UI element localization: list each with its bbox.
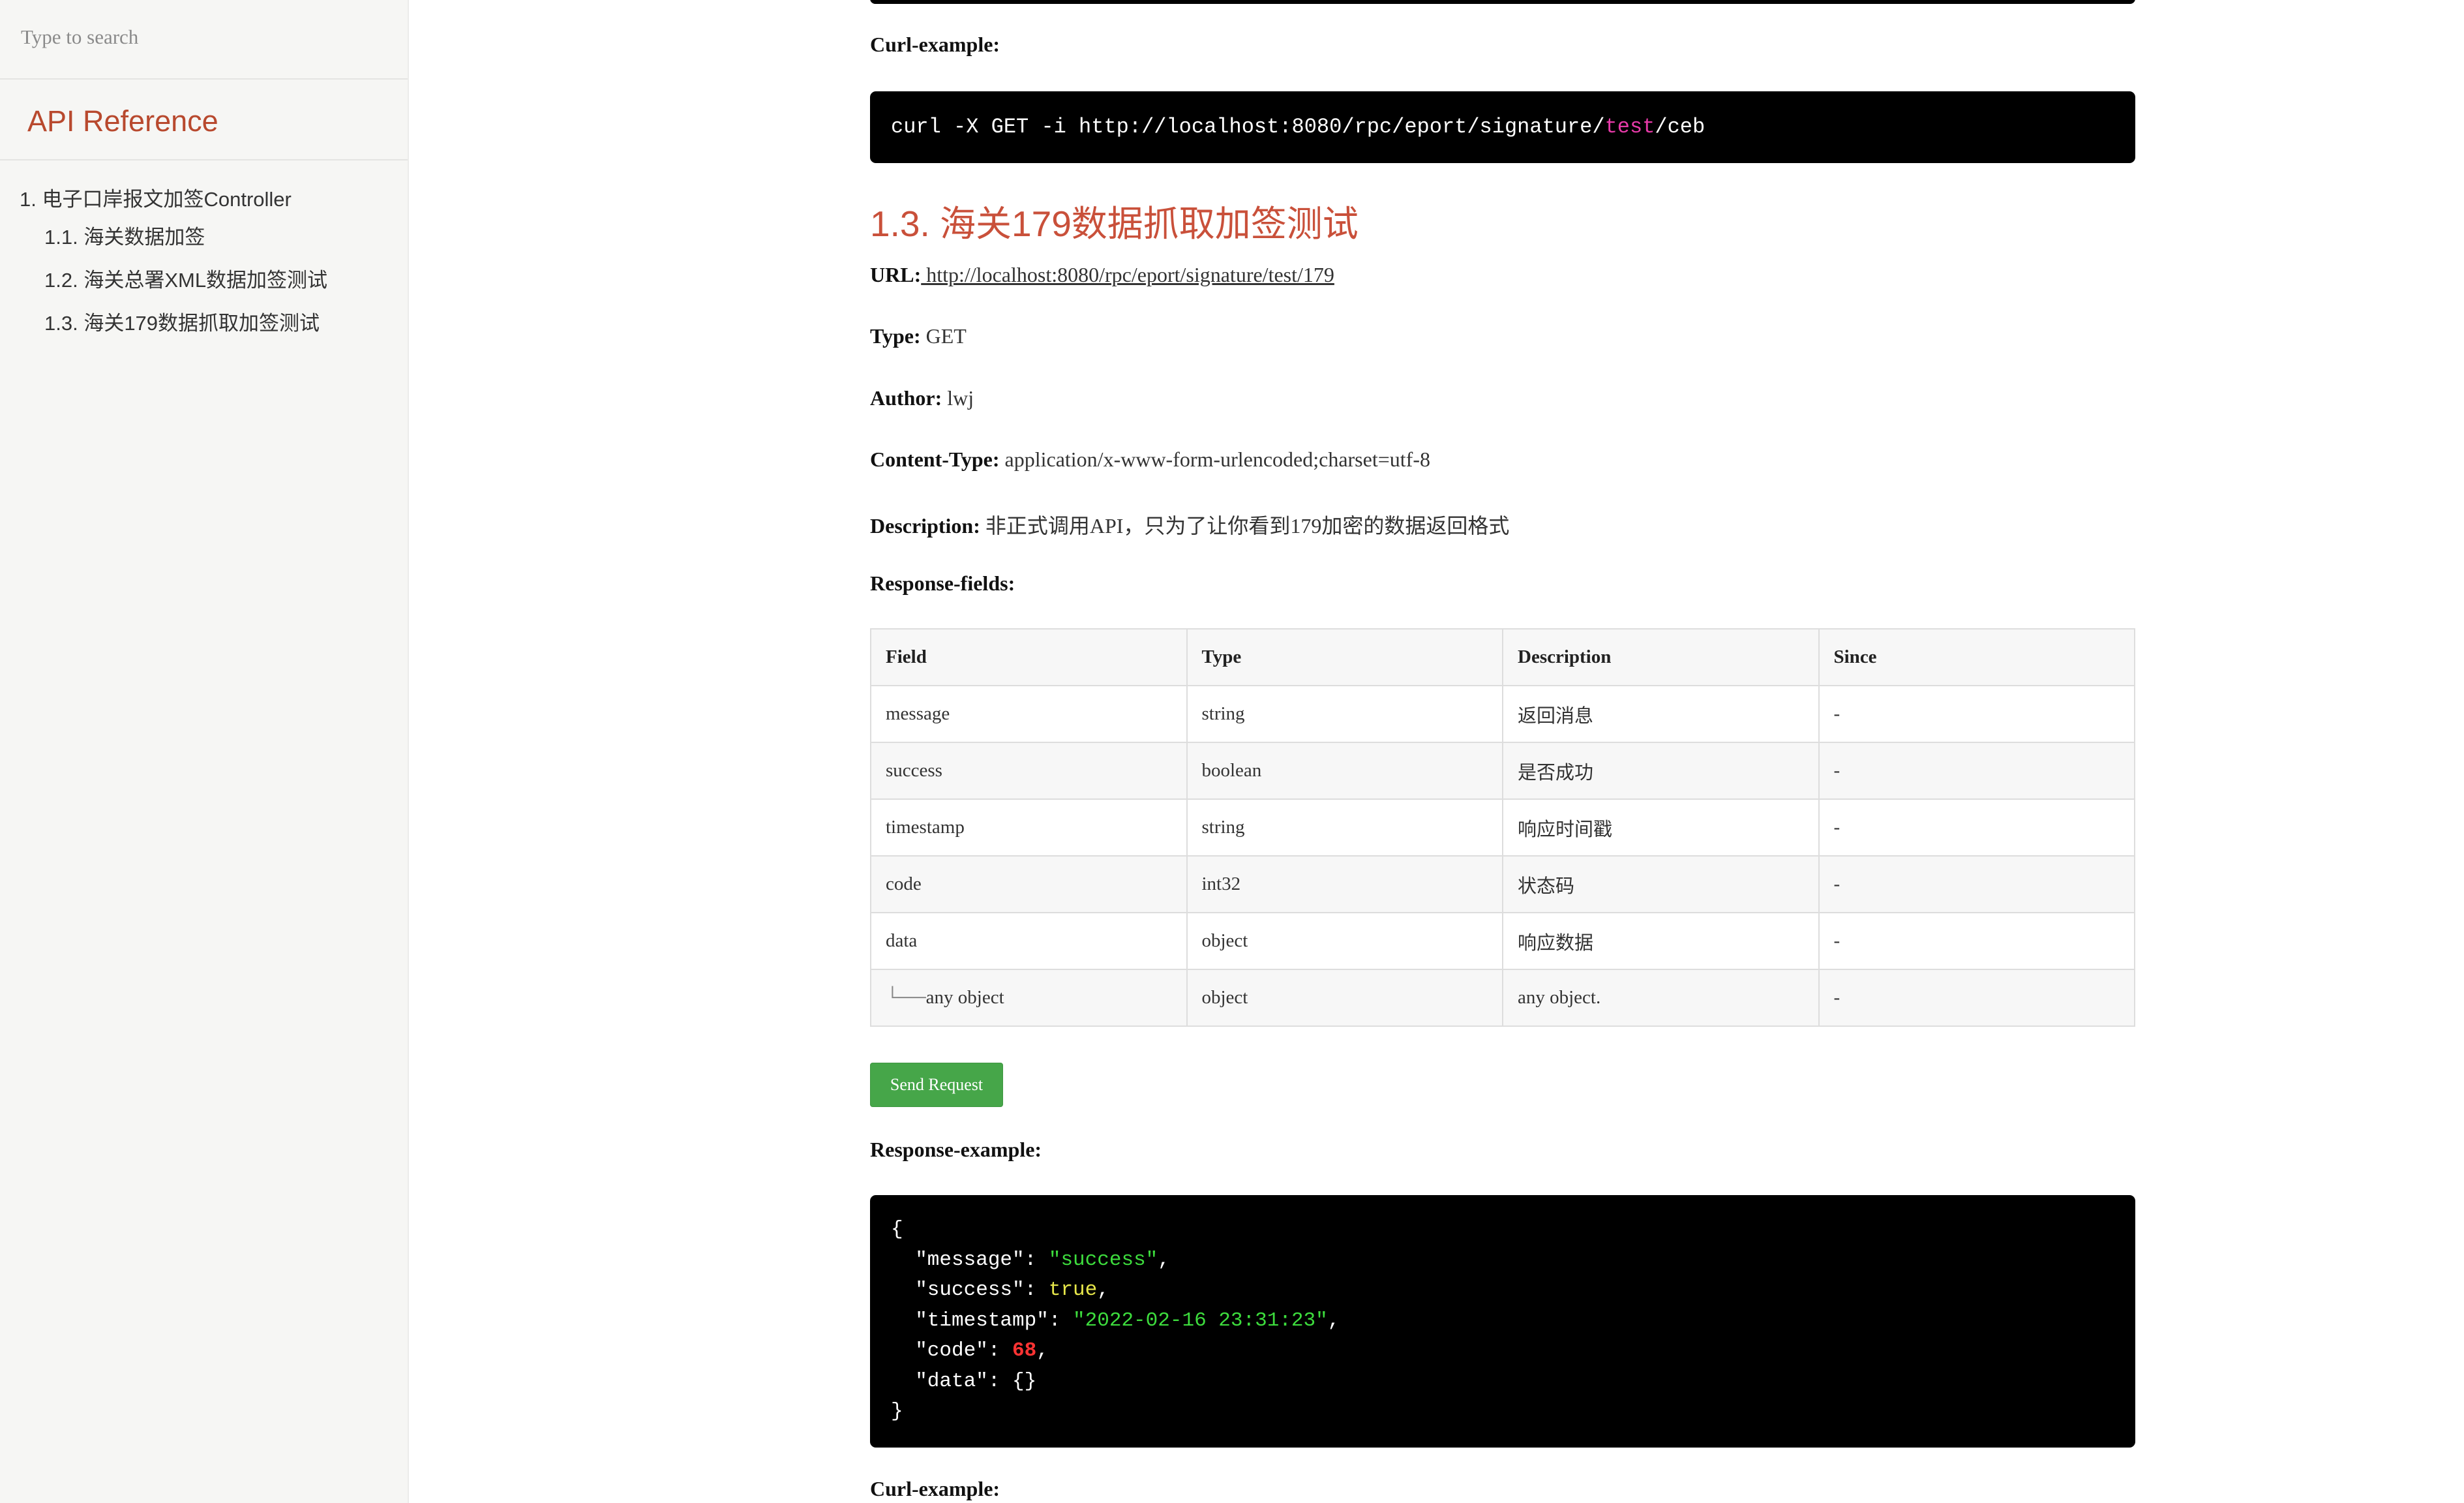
cell-since: - <box>1818 855 2135 913</box>
search-box <box>0 0 408 80</box>
toc-item-1-2[interactable]: 1.2. 海关总署XML数据加签测试 <box>44 264 327 293</box>
cell-description: any object. <box>1502 969 1820 1027</box>
cell-field-text: any object <box>925 987 1004 1008</box>
content-type-row: Content-Type: application/x-www-form-url… <box>870 448 1430 472</box>
column-header-since: Since <box>1818 628 2135 686</box>
column-header-description: Description <box>1502 628 1820 686</box>
author-row: Author: lwj <box>870 386 974 410</box>
cell-field: success <box>870 742 1188 800</box>
curl-code-block: curl -X GET -i http://localhost:8080/rpc… <box>870 91 2135 163</box>
url-label: URL: <box>870 263 922 286</box>
curl-command-prefix: curl -X GET -i http://localhost:8080/rpc… <box>891 115 1605 139</box>
cell-type: string <box>1186 685 1503 743</box>
cell-since: - <box>1818 798 2135 857</box>
content-type-value: application/x-www-form-urlencoded;charse… <box>999 448 1430 471</box>
table-row: success boolean 是否成功 - <box>870 742 2135 800</box>
cell-description: 响应数据 <box>1502 912 1820 970</box>
table-row: data object 响应数据 - <box>870 912 2135 970</box>
cell-field: message <box>870 685 1188 743</box>
type-row: Type: GET <box>870 324 967 348</box>
url-row: URL: http://localhost:8080/rpc/eport/sig… <box>870 263 1334 287</box>
search-input[interactable] <box>20 18 387 56</box>
table-row: timestamp string 响应时间戳 - <box>870 798 2135 857</box>
table-row: └──any object object any object. - <box>870 969 2135 1027</box>
send-request-button[interactable]: Send Request <box>870 1063 1003 1107</box>
response-example-label: Response-example: <box>870 1138 1042 1161</box>
type-label: Type: <box>870 324 921 348</box>
curl-example-label-bottom: Curl-example: <box>870 1477 1000 1500</box>
cell-since: - <box>1818 969 2135 1027</box>
toc-item-1-1[interactable]: 1.1. 海关数据加签 <box>44 220 205 250</box>
cell-field: timestamp <box>870 798 1188 857</box>
author-value: lwj <box>942 386 974 410</box>
previous-code-block <box>870 0 2135 4</box>
tree-branch-icon: └── <box>886 987 926 1008</box>
cell-type: object <box>1186 912 1503 970</box>
brand-link[interactable]: API Reference <box>27 104 218 138</box>
cell-description: 响应时间戳 <box>1502 798 1820 857</box>
description-value: 非正式调用API，只为了让你看到179加密的数据返回格式 <box>980 514 1510 538</box>
column-header-field: Field <box>870 628 1188 686</box>
toc-item-1-3[interactable]: 1.3. 海关179数据抓取加签测试 <box>44 307 320 336</box>
content-type-label: Content-Type: <box>870 448 1000 471</box>
type-value: GET <box>920 324 967 348</box>
curl-example-label: Curl-example: <box>870 33 1000 56</box>
cell-type: string <box>1186 798 1503 857</box>
cell-field: code <box>870 855 1188 913</box>
cell-description: 状态码 <box>1502 855 1820 913</box>
toc-item-controller[interactable]: 1. 电子口岸报文加签Controller <box>20 183 292 212</box>
description-row: Description: 非正式调用API，只为了让你看到179加密的数据返回格… <box>870 509 1509 539</box>
response-fields-table: Field Type Description Since message str… <box>870 628 2135 1027</box>
curl-command-suffix: /ceb <box>1655 115 1705 139</box>
cell-field: data <box>870 912 1188 970</box>
cell-type: int32 <box>1186 855 1503 913</box>
cell-type: object <box>1186 969 1503 1027</box>
table-row: code int32 状态码 - <box>870 855 2135 913</box>
cell-field: └──any object <box>870 969 1188 1027</box>
column-header-type: Type <box>1186 628 1503 686</box>
response-json: { "message": "success", "success": true,… <box>891 1218 1340 1423</box>
table-header-row: Field Type Description Since <box>870 628 2135 686</box>
section-title: 1.3. 海关179数据抓取加签测试 <box>870 204 1359 244</box>
cell-description: 是否成功 <box>1502 742 1820 800</box>
cell-type: boolean <box>1186 742 1503 800</box>
table-row: message string 返回消息 - <box>870 685 2135 743</box>
cell-since: - <box>1818 742 2135 800</box>
url-link[interactable]: http://localhost:8080/rpc/eport/signatur… <box>921 263 1334 286</box>
cell-description: 返回消息 <box>1502 685 1820 743</box>
author-label: Author: <box>870 386 942 410</box>
response-fields-label: Response-fields: <box>870 571 1015 595</box>
sidebar: API Reference 1. 电子口岸报文加签Controller 1.1.… <box>0 0 409 1503</box>
brand: API Reference <box>0 80 408 160</box>
cell-since: - <box>1818 912 2135 970</box>
curl-command-highlight: test <box>1604 115 1655 139</box>
response-example-code-block: { "message": "success", "success": true,… <box>870 1195 2135 1448</box>
cell-since: - <box>1818 685 2135 743</box>
description-label: Description: <box>870 514 980 538</box>
